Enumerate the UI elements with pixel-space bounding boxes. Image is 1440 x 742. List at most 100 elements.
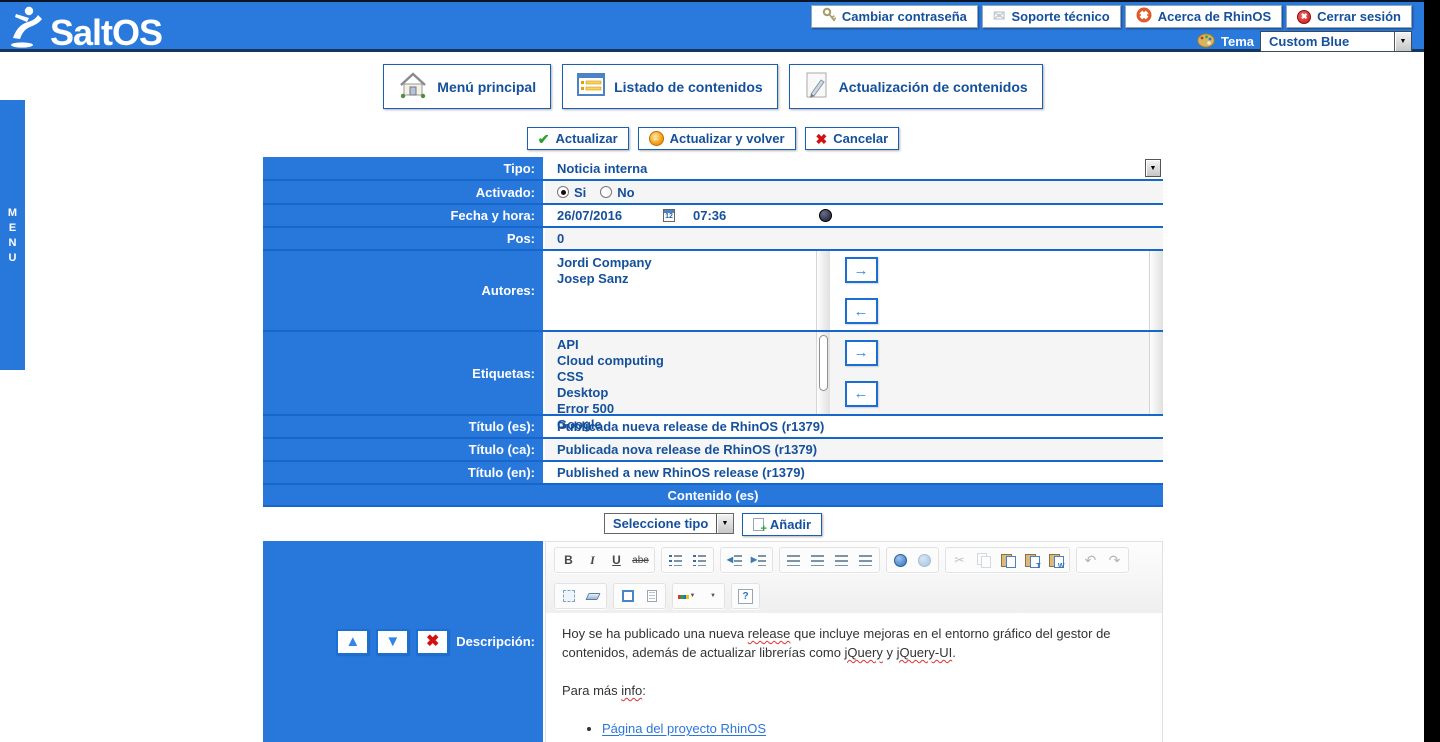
logout-button[interactable]: ✖ Cerrar sesión [1286, 5, 1412, 28]
autores-move-left-button[interactable]: ← [844, 298, 878, 324]
maximize-icon[interactable] [616, 585, 639, 607]
delete-block-button[interactable]: ✖ [416, 628, 450, 655]
text-color-icon[interactable]: ▼ [675, 585, 698, 607]
list-item[interactable]: Error 500 [557, 401, 814, 417]
home-icon [398, 71, 428, 102]
underline-icon[interactable]: U [605, 549, 628, 571]
align-left-icon[interactable] [782, 549, 805, 571]
list-item[interactable]: API [557, 337, 814, 353]
support-button[interactable]: ✉ Soporte técnico [981, 5, 1121, 28]
etiquetas-move-right-button[interactable]: → [844, 339, 878, 366]
etiquetas-move-left-button[interactable]: ← [844, 380, 878, 407]
clock-icon[interactable] [819, 209, 832, 222]
tipo-select-value: Noticia interna [557, 160, 648, 176]
list-item[interactable]: CSS [557, 369, 814, 385]
tipo-select-arrow-icon[interactable]: ▼ [1145, 159, 1161, 177]
activado-row: Activado: Si No [263, 181, 1163, 205]
paste-icon[interactable] [996, 549, 1019, 571]
fecha-time-input[interactable]: 07:36 [693, 208, 781, 223]
fecha-date-input[interactable]: 26/07/2016 [557, 208, 663, 223]
autores-available-scrollbar[interactable] [816, 251, 830, 330]
align-justify-icon[interactable] [854, 549, 877, 571]
cancel-button[interactable]: ✖ Cancelar [804, 127, 900, 150]
check-icon: ✔ [537, 130, 550, 147]
descripcion-label-cell: ▲ ▼ ✖ Descripción: [263, 541, 545, 742]
list-item[interactable]: Desktop [557, 385, 814, 401]
titulo-es-input[interactable]: Publicada nueva release de RhinOS (r1379… [545, 416, 1163, 437]
paste-plain-text-icon[interactable]: T [1020, 549, 1043, 571]
list-item[interactable]: Jordi Company [557, 255, 814, 271]
autores-move-right-button[interactable]: → [844, 257, 878, 283]
copy-icon[interactable] [972, 549, 995, 571]
strikethrough-icon[interactable]: abe [629, 549, 652, 571]
titulo-en-input[interactable]: Published a new RhinOS release (r1379) [545, 462, 1163, 483]
menu-letter: E [8, 221, 17, 234]
editor-content[interactable]: Hoy se ha publicado una nueva release qu… [546, 613, 1162, 742]
bold-icon[interactable]: B [557, 549, 580, 571]
bulleted-list-icon[interactable] [688, 549, 711, 571]
nav-content-list-button[interactable]: Listado de contenidos [562, 64, 778, 109]
list-item[interactable]: Josep Sanz [557, 271, 814, 287]
increase-indent-icon[interactable]: ▶ [747, 549, 770, 571]
remove-format-icon[interactable] [581, 585, 604, 607]
insert-link-icon[interactable] [889, 549, 912, 571]
titulo-ca-row: Título (ca): Publicada nova release de R… [263, 439, 1163, 462]
tipo-row: Tipo: Noticia interna ▼ [263, 157, 1163, 181]
numbered-list-icon[interactable] [664, 549, 687, 571]
menu-tab[interactable]: M E N U [0, 100, 25, 370]
radio-no[interactable] [600, 186, 613, 198]
scrollbar-thumb[interactable] [819, 335, 828, 391]
calendar-icon[interactable]: 12 [663, 209, 675, 222]
italic-icon[interactable]: I [581, 549, 604, 571]
radio-si[interactable] [557, 186, 569, 198]
change-password-button[interactable]: Cambiar contraseña [810, 5, 978, 28]
list-item[interactable]: Cloud computing [557, 353, 814, 369]
envelope-icon: ✉ [992, 8, 1006, 25]
align-center-icon[interactable] [806, 549, 829, 571]
radio-no-label: No [617, 184, 635, 200]
etiquetas-available-listbox[interactable]: API Cloud computing CSS Desktop Error 50… [545, 332, 830, 432]
source-icon[interactable] [640, 585, 663, 607]
theme-select[interactable]: Custom Blue ▼ [1260, 31, 1412, 52]
logo-text: SaltOS [50, 12, 163, 53]
saltos-person-icon [8, 4, 48, 55]
autores-selected-scrollbar[interactable] [1149, 251, 1163, 330]
update-and-return-button[interactable]: ← Actualizar y volver [637, 127, 796, 150]
redo-icon[interactable]: ↷ [1103, 549, 1126, 571]
nav-main-menu-button[interactable]: Menú principal [383, 64, 552, 109]
move-up-button[interactable]: ▲ [336, 628, 370, 655]
titulo-en-label: Título (en): [263, 462, 545, 483]
background-color-icon[interactable]: ▼ [699, 585, 722, 607]
etiquetas-selected-scrollbar[interactable] [1149, 332, 1163, 414]
tipo-select[interactable]: Noticia interna ▼ [545, 157, 1163, 179]
theme-select-arrow-icon[interactable]: ▼ [1394, 32, 1411, 51]
select-all-icon[interactable] [557, 585, 580, 607]
titulo-ca-input[interactable]: Publicada nova release de RhinOS (r1379) [545, 439, 1163, 460]
etiquetas-available-scrollbar[interactable] [816, 332, 830, 414]
undo-icon[interactable]: ↶ [1079, 549, 1102, 571]
autores-available-listbox[interactable]: Jordi Company Josep Sanz [545, 251, 830, 330]
about-button[interactable]: Acerca de RhinOS [1124, 5, 1283, 28]
content-type-select[interactable]: Seleccione tipo ▼ [603, 513, 734, 534]
cancel-label: Cancelar [833, 131, 889, 146]
paste-from-word-icon[interactable]: W [1044, 549, 1067, 571]
remove-link-icon[interactable] [913, 549, 936, 571]
autores-selected-listbox[interactable] [892, 251, 1163, 330]
move-down-button[interactable]: ▼ [376, 628, 410, 655]
add-button[interactable]: Añadir [741, 513, 823, 536]
align-right-icon[interactable] [830, 549, 853, 571]
help-icon[interactable]: ? [734, 585, 757, 607]
update-button[interactable]: ✔ Actualizar [526, 127, 629, 150]
update-and-return-label: Actualizar y volver [669, 131, 785, 146]
pos-input[interactable]: 0 [545, 228, 1163, 249]
content-type-select-arrow-icon[interactable]: ▼ [715, 514, 733, 533]
theme-selector-row: Tema Custom Blue ▼ [1197, 31, 1412, 52]
etiquetas-selected-listbox[interactable] [892, 332, 1163, 414]
tipo-label: Tipo: [263, 157, 545, 179]
cut-icon[interactable]: ✂ [948, 549, 971, 571]
decrease-indent-icon[interactable]: ◀ [723, 549, 746, 571]
nav-content-update-button[interactable]: Actualización de contenidos [788, 64, 1043, 109]
list-window-icon [577, 73, 606, 100]
lifebuoy-icon [1136, 7, 1152, 26]
rhinos-project-link[interactable]: Página del proyecto RhinOS [602, 721, 766, 736]
